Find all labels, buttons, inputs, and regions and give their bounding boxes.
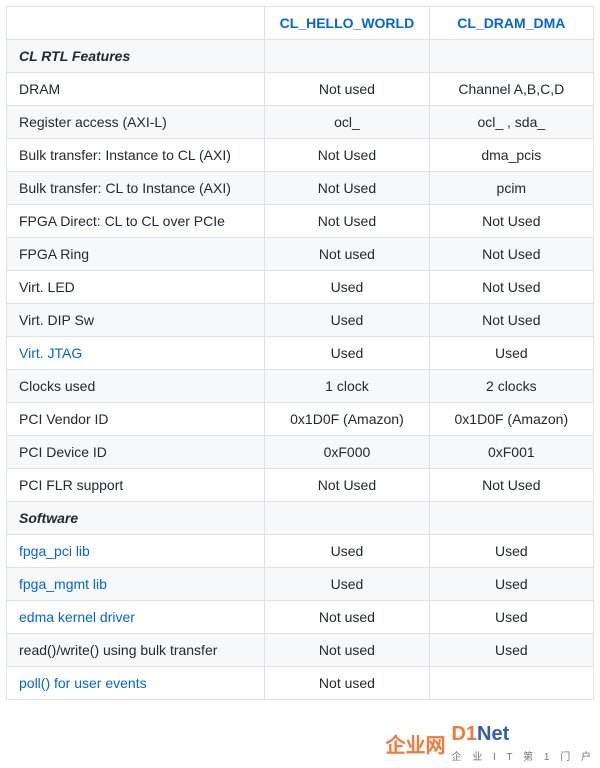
cell-value [429,667,593,700]
cell-value: ocl_ , sda_ [429,106,593,139]
cell-value: Used [429,337,593,370]
header-dram-dma[interactable]: CL_DRAM_DMA [429,7,593,40]
row-label: read()/write() using bulk transfer [7,634,265,667]
row-label: FPGA Direct: CL to CL over PCIe [7,205,265,238]
cell-value: Channel A,B,C,D [429,73,593,106]
watermark: 企业网 D1Net 企 业 I T 第 1 门 户 [385,723,595,763]
cell-value: 0xF001 [429,436,593,469]
row-label: PCI FLR support [7,469,265,502]
cell-value: Used [265,304,429,337]
cell-value: dma_pcis [429,139,593,172]
row-label: Register access (AXI-L) [7,106,265,139]
row-label: Bulk transfer: CL to Instance (AXI) [7,172,265,205]
cell-value: ocl_ [265,106,429,139]
row-label: DRAM [7,73,265,106]
cell-value: Not Used [429,304,593,337]
row-label: Virt. LED [7,271,265,304]
cell-value: Not used [265,601,429,634]
cell-value: Used [265,271,429,304]
cell-value: Not Used [429,238,593,271]
cell-value: pcim [429,172,593,205]
watermark-brand2a: D1 [451,723,477,745]
watermark-sub: 企 业 I T 第 1 门 户 [451,748,595,763]
row-fpga-mgmt-lib[interactable]: fpga_mgmt lib [7,568,265,601]
row-edma-driver[interactable]: edma kernel driver [7,601,265,634]
cell-value: 2 clocks [429,370,593,403]
cell-value: 1 clock [265,370,429,403]
empty-cell [265,40,429,73]
cell-value: Not Used [265,139,429,172]
header-empty [7,7,265,40]
cell-value: Not Used [265,469,429,502]
row-poll[interactable]: poll() for user events [7,667,265,700]
cell-value: Not Used [429,469,593,502]
cell-value: Not used [265,73,429,106]
section-software: Software [7,502,265,535]
feature-comparison-table: CL_HELLO_WORLD CL_DRAM_DMA CL RTL Featur… [6,6,594,700]
row-fpga-pci-lib[interactable]: fpga_pci lib [7,535,265,568]
row-label: PCI Vendor ID [7,403,265,436]
cell-value: Not Used [265,205,429,238]
empty-cell [265,502,429,535]
cell-value: Used [429,535,593,568]
cell-value: Not used [265,634,429,667]
cell-value: Not Used [265,172,429,205]
watermark-brand2b: Net [477,723,509,745]
cell-value: Used [429,601,593,634]
cell-value: 0x1D0F (Amazon) [429,403,593,436]
cell-value: 0x1D0F (Amazon) [265,403,429,436]
header-hello-world[interactable]: CL_HELLO_WORLD [265,7,429,40]
row-label: FPGA Ring [7,238,265,271]
empty-cell [429,502,593,535]
row-virt-jtag[interactable]: Virt. JTAG [7,337,265,370]
cell-value: Not used [265,667,429,700]
cell-value: Used [265,535,429,568]
cell-value: Not Used [429,205,593,238]
watermark-brand1: 企业网 [385,735,445,757]
section-rtl-features: CL RTL Features [7,40,265,73]
cell-value: Used [265,337,429,370]
empty-cell [429,40,593,73]
row-label: Bulk transfer: Instance to CL (AXI) [7,139,265,172]
row-label: Virt. DIP Sw [7,304,265,337]
row-label: PCI Device ID [7,436,265,469]
cell-value: Used [429,634,593,667]
cell-value: Used [265,568,429,601]
cell-value: 0xF000 [265,436,429,469]
row-label: Clocks used [7,370,265,403]
cell-value: Not used [265,238,429,271]
cell-value: Not Used [429,271,593,304]
cell-value: Used [429,568,593,601]
